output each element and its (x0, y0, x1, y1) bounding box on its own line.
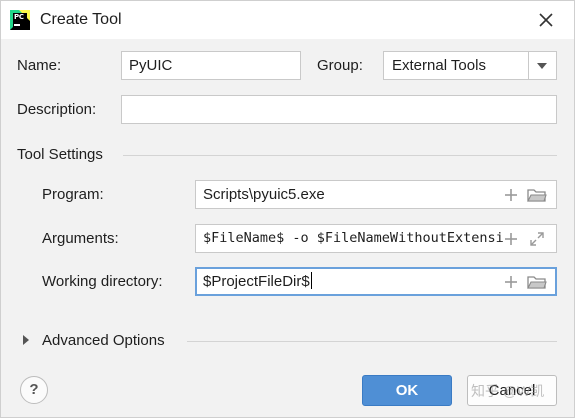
arguments-expand-button[interactable] (527, 229, 547, 249)
advanced-options-separator (187, 341, 557, 342)
expand-icon (530, 232, 544, 246)
text-caret (310, 272, 312, 289)
folder-icon (527, 276, 547, 289)
working-directory-add-macro-button[interactable] (501, 272, 521, 292)
program-label: Program: (42, 186, 104, 203)
tool-settings-title: Tool Settings (17, 146, 103, 163)
group-selected-value: External Tools (392, 57, 486, 74)
arguments-add-macro-button[interactable] (501, 229, 521, 249)
description-input[interactable] (121, 95, 557, 124)
advanced-options-toggle[interactable]: Advanced Options (42, 332, 165, 349)
program-add-macro-button[interactable] (501, 185, 521, 205)
chevron-down-icon (537, 63, 547, 69)
description-label: Description: (17, 101, 97, 118)
dialog-title: Create Tool (40, 11, 122, 28)
group-label: Group: (317, 57, 363, 74)
folder-icon (527, 189, 547, 202)
name-input[interactable]: PyUIC (121, 51, 301, 80)
title-bar: PC Create Tool (1, 1, 574, 39)
plus-icon (505, 233, 517, 245)
pycharm-app-icon: PC (10, 10, 30, 30)
plus-icon (505, 276, 517, 288)
arguments-label: Arguments: (42, 230, 119, 247)
close-button[interactable] (533, 7, 559, 33)
working-directory-label: Working directory: (42, 273, 163, 290)
cancel-button[interactable]: Cancel (467, 375, 557, 406)
group-combobox[interactable]: External Tools (383, 51, 557, 80)
plus-icon (505, 189, 517, 201)
expand-triangle-icon[interactable] (23, 335, 29, 345)
working-directory-value: $ProjectFileDir$ (203, 273, 310, 290)
group-dropdown-button[interactable] (528, 52, 556, 79)
create-tool-dialog: PC Create Tool Name: PyUIC Group: Extern… (0, 0, 575, 418)
help-button[interactable]: ? (20, 376, 48, 404)
working-directory-browse-button[interactable] (527, 272, 547, 292)
program-browse-button[interactable] (527, 185, 547, 205)
close-icon (539, 13, 553, 27)
name-label: Name: (17, 57, 62, 74)
app-icon-text: PC (14, 13, 24, 21)
ok-button[interactable]: OK (362, 375, 452, 406)
tool-settings-separator (123, 155, 557, 156)
